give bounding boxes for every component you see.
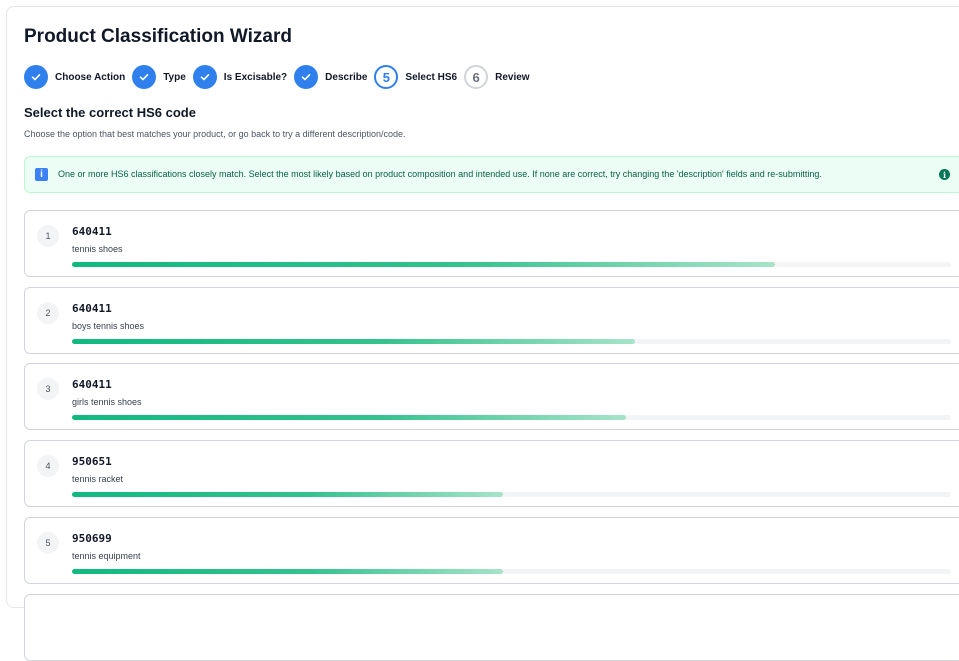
rank-badge: 2 — [37, 302, 59, 324]
hs6-option[interactable]: 2 640411 boys tennis shoes — [24, 287, 959, 354]
info-square-icon: i — [35, 168, 48, 181]
hs6-code: 950651 — [72, 455, 112, 468]
hs6-code: 640411 — [72, 378, 112, 391]
page-title: Product Classification Wizard — [24, 26, 292, 47]
match-fill — [72, 339, 635, 344]
rank-badge: 3 — [37, 378, 59, 400]
check-icon — [192, 65, 217, 89]
option-description: tennis racket — [72, 474, 124, 484]
hs6-option-partial[interactable] — [24, 594, 959, 661]
hs6-code: 640411 — [72, 225, 112, 238]
info-circle-icon[interactable]: i — [939, 169, 950, 180]
match-bar — [72, 339, 951, 344]
option-description: tennis equipment — [72, 551, 141, 561]
option-description: tennis shoes — [72, 244, 123, 254]
section-title: Select the correct HS6 code — [24, 105, 196, 120]
step-label: Is Excisable? — [223, 71, 288, 83]
step-label: Type — [163, 71, 186, 83]
step-number: 5 — [374, 65, 399, 89]
match-fill — [72, 492, 503, 497]
check-icon — [132, 65, 157, 89]
match-fill — [72, 415, 626, 420]
hs6-code: 640411 — [72, 302, 112, 315]
step-label: Review — [495, 71, 530, 83]
step-describe[interactable]: Describe — [294, 65, 374, 89]
rank-badge: 5 — [37, 532, 59, 554]
match-bar — [72, 492, 951, 497]
section-description: Choose the option that best matches your… — [24, 129, 406, 139]
hs6-option[interactable]: 5 950699 tennis equipment — [24, 517, 959, 584]
check-icon — [294, 65, 319, 89]
option-description: girls tennis shoes — [72, 397, 142, 407]
step-type[interactable]: Type — [132, 65, 193, 89]
hs6-option[interactable]: 4 950651 tennis racket — [24, 440, 959, 507]
info-alert: i One or more HS6 classifications closel… — [24, 156, 959, 193]
hs6-code: 950699 — [72, 532, 112, 545]
step-is-excisable[interactable]: Is Excisable? — [192, 65, 294, 89]
match-fill — [72, 569, 503, 574]
hs6-option[interactable]: 1 640411 tennis shoes — [24, 210, 959, 277]
wizard-card: Product Classification Wizard Choose Act… — [6, 6, 959, 661]
match-bar — [72, 415, 951, 420]
step-number: 6 — [464, 65, 489, 89]
step-select-hs6[interactable]: 5 Select HS6 — [374, 65, 464, 89]
step-label: Describe — [325, 71, 368, 83]
hs6-option[interactable]: 3 640411 girls tennis shoes — [24, 363, 959, 430]
rank-badge: 1 — [37, 225, 59, 247]
match-bar — [72, 262, 951, 267]
wizard-stepper: Choose Action Type Is Excisable? Describ… — [24, 64, 537, 90]
step-label: Choose Action — [55, 71, 126, 83]
step-label: Select HS6 — [405, 71, 458, 83]
match-fill — [72, 262, 776, 267]
alert-text: One or more HS6 classifications closely … — [58, 169, 822, 179]
step-review[interactable]: 6 Review — [464, 65, 536, 89]
check-icon — [24, 65, 48, 89]
rank-badge: 4 — [37, 455, 59, 477]
option-description: boys tennis shoes — [72, 321, 145, 331]
match-bar — [72, 569, 951, 574]
step-choose-action[interactable]: Choose Action — [24, 65, 132, 89]
